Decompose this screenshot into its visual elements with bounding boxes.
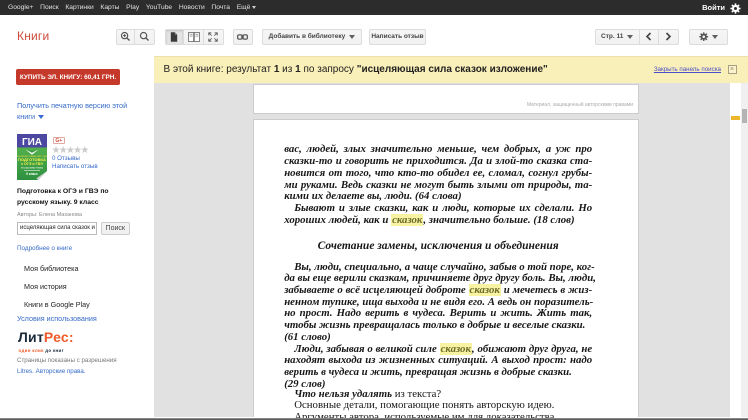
svg-text:9 класс: 9 класс <box>26 172 38 176</box>
svg-text:по русскому языку: по русскому языку <box>21 167 44 170</box>
svg-text:к ОГЭ и ГВЭ: к ОГЭ и ГВЭ <box>21 162 43 166</box>
svg-text:ГИА: ГИА <box>22 137 42 148</box>
